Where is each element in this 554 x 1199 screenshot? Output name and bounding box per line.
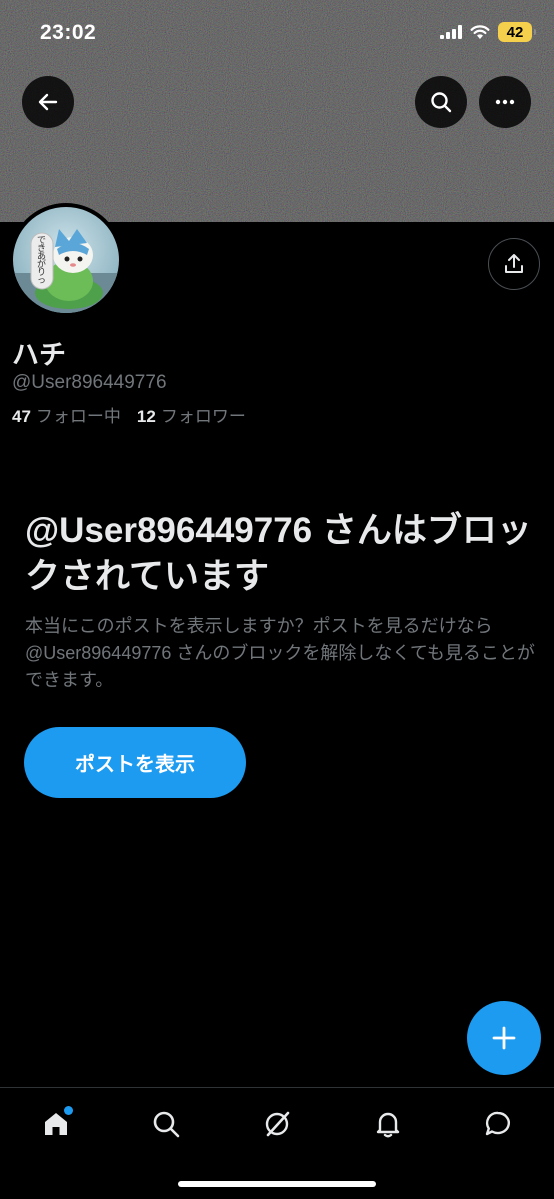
nav-notifications[interactable] bbox=[368, 1104, 408, 1144]
followers-count: 12 bbox=[136, 407, 156, 426]
avatar-sign-text: できあがりっ bbox=[37, 236, 47, 286]
status-time: 23:02 bbox=[40, 21, 97, 44]
nav-grok[interactable] bbox=[257, 1104, 297, 1144]
follow-stats: 47 フォロー中 12 フォロワー bbox=[12, 402, 246, 427]
view-posts-button[interactable]: ポストを表示 bbox=[24, 727, 246, 798]
nav-messages[interactable] bbox=[478, 1104, 518, 1144]
message-icon bbox=[485, 1111, 510, 1136]
cellular-signal-icon bbox=[440, 25, 462, 39]
compose-button[interactable] bbox=[467, 1001, 541, 1075]
home-notification-dot bbox=[64, 1106, 73, 1115]
avatar-image bbox=[13, 207, 119, 313]
nav-home[interactable] bbox=[36, 1104, 76, 1144]
share-button[interactable] bbox=[488, 238, 540, 290]
following-label: フォロー中 bbox=[35, 407, 121, 426]
following-count: 47 bbox=[12, 407, 31, 426]
followers-label: フォロワー bbox=[160, 407, 246, 426]
followers-link[interactable]: 12 フォロワー bbox=[137, 402, 246, 427]
nav-search[interactable] bbox=[146, 1104, 186, 1144]
avatar[interactable]: できあがりっ bbox=[13, 207, 119, 313]
home-indicator bbox=[178, 1181, 376, 1187]
search-icon bbox=[431, 92, 452, 113]
arrow-left-icon bbox=[38, 93, 58, 111]
plus-icon bbox=[492, 1026, 516, 1050]
grok-icon bbox=[265, 1111, 290, 1137]
search-button[interactable] bbox=[415, 76, 467, 128]
profile-handle: @User896449776 bbox=[12, 372, 167, 393]
share-icon bbox=[505, 254, 523, 273]
profile-display-name: ハチ bbox=[12, 340, 66, 370]
back-button[interactable] bbox=[22, 76, 74, 128]
bell-icon bbox=[376, 1112, 400, 1138]
status-bar: 23:02 42 bbox=[0, 0, 554, 62]
more-horizontal-icon bbox=[495, 99, 515, 105]
wifi-icon bbox=[470, 24, 490, 39]
status-icons: 42 bbox=[440, 22, 536, 42]
blocked-notice-title: @User896449776 さんはブロックされています bbox=[25, 511, 532, 596]
more-button[interactable] bbox=[479, 76, 531, 128]
battery-indicator: 42 bbox=[498, 22, 536, 42]
avatar-border: できあがりっ bbox=[9, 203, 123, 317]
blocked-notice-body: 本当にこのポストを表示しますか？ポストを見るだけなら @User89644977… bbox=[25, 616, 535, 690]
search-icon bbox=[153, 1111, 180, 1138]
following-link[interactable]: 47 フォロー中 bbox=[12, 402, 121, 427]
